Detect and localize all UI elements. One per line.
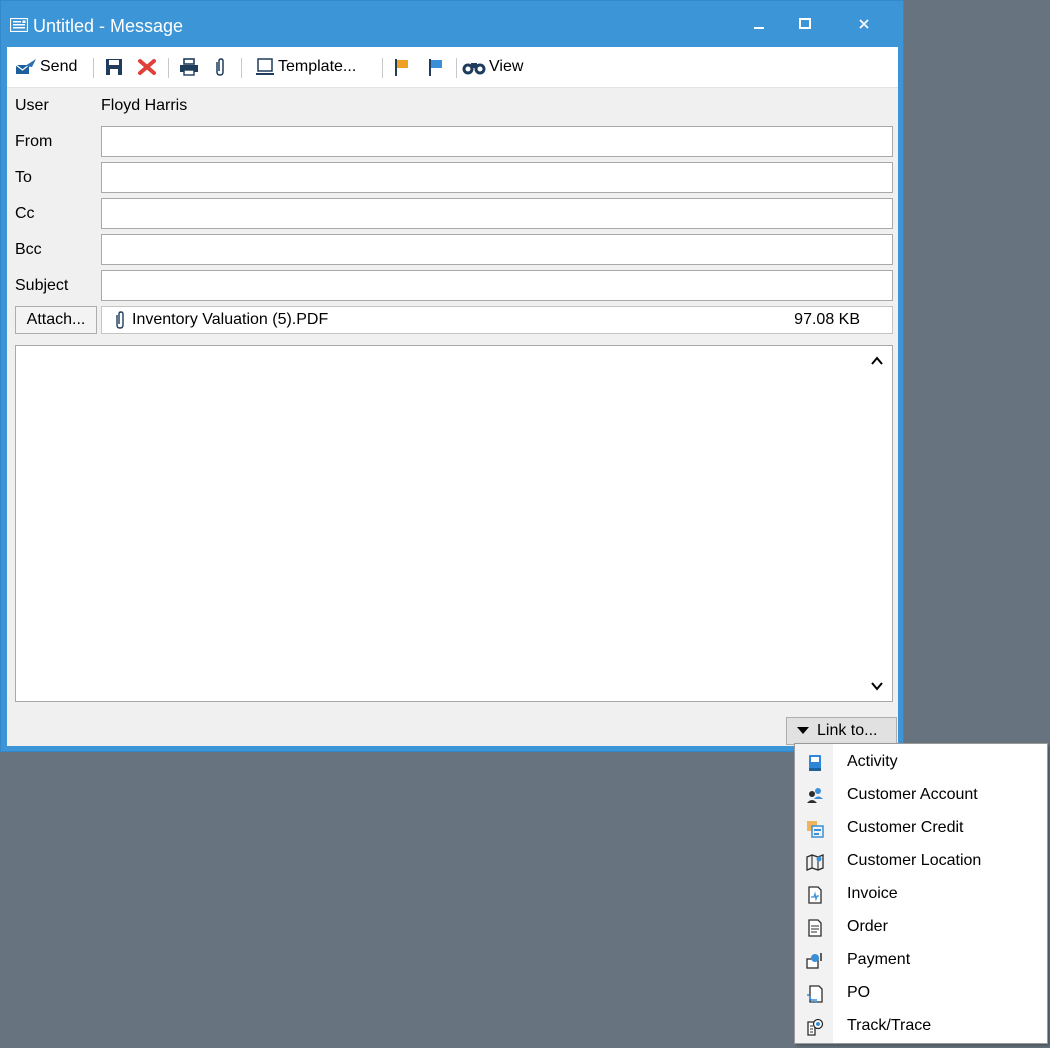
attachment-paperclip-icon <box>116 311 124 329</box>
print-icon <box>180 58 198 76</box>
menu-item-customer-location[interactable]: Customer Location <box>795 845 1047 878</box>
from-label: From <box>15 133 53 150</box>
toolbar-separator <box>168 58 169 78</box>
attachment-list: Inventory Valuation (5).PDF 97.08 KB <box>101 306 893 334</box>
template-label: Template... <box>278 58 357 75</box>
from-field[interactable] <box>101 126 893 157</box>
menu-item-payment[interactable]: Payment <box>795 944 1047 977</box>
activity-icon <box>809 755 821 771</box>
blue-flag-button[interactable] <box>427 55 445 79</box>
bcc-label: Bcc <box>15 241 42 258</box>
to-label: To <box>15 169 32 186</box>
save-icon <box>106 59 122 75</box>
view-label: View <box>489 58 524 75</box>
message-window: Untitled - Message Send Template... View… <box>0 0 904 752</box>
toolbar-separator <box>241 58 242 78</box>
binoculars-icon <box>462 63 486 75</box>
cc-label: Cc <box>15 205 35 222</box>
subject-field[interactable] <box>101 270 893 301</box>
toolbar-separator <box>456 58 457 78</box>
toolbar-separator <box>382 58 383 78</box>
customer-account-icon <box>807 788 823 803</box>
cc-field[interactable] <box>101 198 893 229</box>
message-icon <box>10 18 28 32</box>
attach-file-button[interactable] <box>213 55 227 79</box>
print-button[interactable] <box>179 55 199 79</box>
menu-item-customer-account[interactable]: Customer Account <box>795 779 1047 812</box>
orange-flag-icon <box>395 59 408 76</box>
customer-credit-icon <box>807 821 824 838</box>
template-icon <box>256 58 274 75</box>
toolbar: Send Template... View <box>7 47 898 88</box>
menu-item-order[interactable]: Order <box>795 911 1047 944</box>
menu-item-invoice[interactable]: Invoice <box>795 878 1047 911</box>
message-client-area: Send Template... View User Floyd Harris … <box>7 47 898 746</box>
scroll-up-icon[interactable] <box>870 354 884 368</box>
message-body[interactable] <box>15 345 893 702</box>
delete-button[interactable] <box>137 55 157 79</box>
menu-item-track-trace[interactable]: Track/Trace <box>795 1010 1047 1043</box>
to-field[interactable] <box>101 162 893 193</box>
send-label: Send <box>40 58 78 75</box>
send-button[interactable]: Send <box>15 55 77 79</box>
link-to-button[interactable]: Link to... <box>786 717 897 745</box>
link-to-label: Link to... <box>817 722 878 739</box>
menu-item-customer-credit[interactable]: Customer Credit <box>795 812 1047 845</box>
close-button[interactable] <box>841 7 887 41</box>
attach-button[interactable]: Attach... <box>15 306 97 334</box>
payment-icon <box>806 953 822 969</box>
link-to-menu: Activity Customer Account Customer Credi… <box>794 743 1048 1044</box>
minimize-button[interactable] <box>736 7 782 41</box>
order-icon <box>808 919 822 937</box>
po-icon <box>807 985 823 1003</box>
attachment-file-size: 97.08 KB <box>794 311 860 328</box>
scroll-down-icon[interactable] <box>870 679 884 693</box>
dropdown-triangle-icon <box>797 727 809 734</box>
track-trace-icon <box>807 1018 824 1036</box>
save-button[interactable] <box>105 55 123 79</box>
toolbar-separator <box>93 58 94 78</box>
invoice-icon <box>808 886 822 904</box>
user-value: Floyd Harris <box>101 97 188 114</box>
view-button[interactable]: View <box>462 55 523 79</box>
user-label: User <box>15 97 49 114</box>
subject-label: Subject <box>15 277 69 294</box>
minimize-icon <box>754 27 764 29</box>
bcc-field[interactable] <box>101 234 893 265</box>
blue-flag-icon <box>429 59 442 76</box>
close-icon <box>859 19 869 29</box>
title-bar[interactable]: Untitled - Message <box>1 1 903 47</box>
menu-item-activity[interactable]: Activity <box>795 746 1047 779</box>
customer-location-icon <box>806 854 824 871</box>
send-icon <box>15 59 36 74</box>
template-button[interactable]: Template... <box>255 55 356 79</box>
maximize-button[interactable] <box>782 7 828 41</box>
maximize-icon <box>799 18 811 29</box>
paperclip-icon <box>216 58 224 76</box>
delete-icon <box>138 59 156 75</box>
attachment-file-name[interactable]: Inventory Valuation (5).PDF <box>132 311 328 329</box>
menu-item-po[interactable]: PO <box>795 977 1047 1010</box>
window-title: Untitled - Message <box>33 16 184 36</box>
orange-flag-button[interactable] <box>393 55 411 79</box>
